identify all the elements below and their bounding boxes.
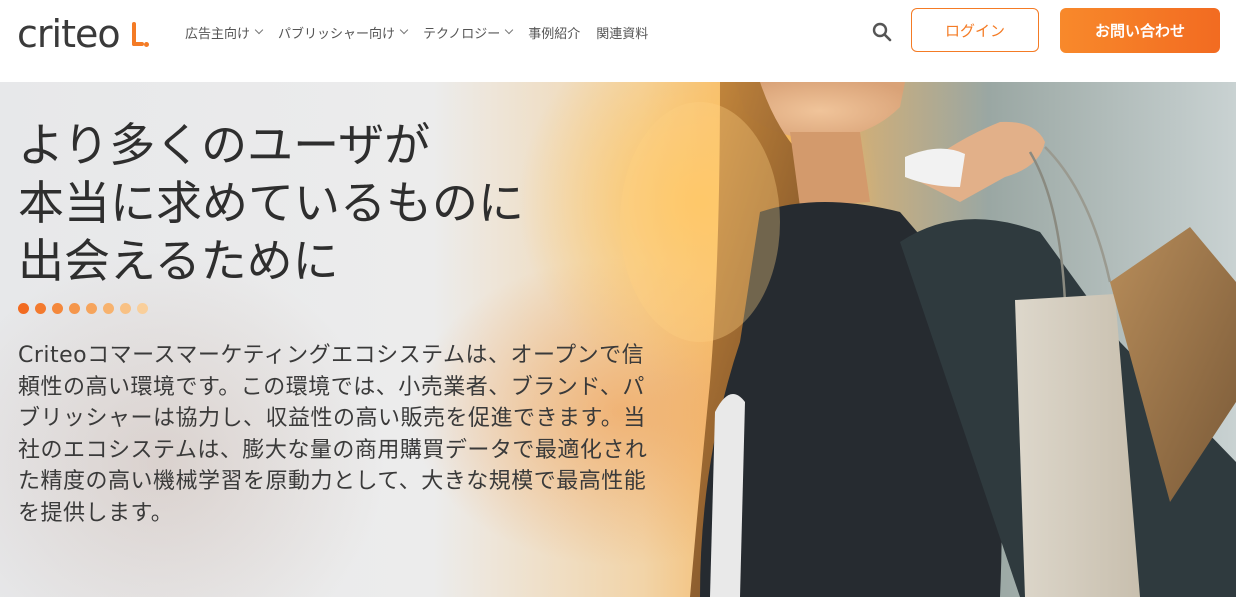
logo-mark-icon xyxy=(122,20,149,50)
chevron-down-icon xyxy=(505,25,514,35)
site-header: criteo 広告主向け パブリッシャー向け テクノロジー 事例紹介 関連資料 xyxy=(0,0,1236,82)
decorative-dot-row xyxy=(18,303,148,314)
nav-item-technology[interactable]: テクノロジー xyxy=(423,22,514,42)
headline-line: より多くのユーザが xyxy=(18,118,431,172)
nav-item-label: 事例紹介 xyxy=(528,26,581,42)
nav-item-case-studies[interactable]: 事例紹介 xyxy=(528,22,580,42)
nav-item-label: テクノロジー xyxy=(423,26,501,42)
decorative-dot xyxy=(120,303,131,314)
chevron-down-icon xyxy=(399,25,409,35)
login-button[interactable]: ログイン xyxy=(911,8,1039,52)
decorative-dot xyxy=(52,303,63,314)
decorative-dot xyxy=(18,303,29,314)
decorative-dot xyxy=(35,303,46,314)
decorative-dot xyxy=(103,303,114,314)
search-icon[interactable] xyxy=(872,22,892,42)
headline-line: 本当に求めているものに xyxy=(18,176,524,230)
decorative-dot xyxy=(69,303,80,314)
hero-description: Criteoコマースマーケティングエコシステムは、オープンで信頼性の高い環境です… xyxy=(18,343,648,526)
nav-item-label: 関連資料 xyxy=(596,26,649,42)
nav-item-resources[interactable]: 関連資料 xyxy=(596,22,648,42)
headline-line: 出会えるために xyxy=(18,234,339,288)
decorative-dot xyxy=(86,303,97,314)
nav-item-label: パブリッシャー向け xyxy=(278,26,396,42)
main-nav: 広告主向け パブリッシャー向け テクノロジー 事例紹介 関連資料 xyxy=(185,22,664,42)
nav-item-label: 広告主向け xyxy=(185,26,251,42)
hero-section: より多くのユーザが 本当に求めているものに 出会えるために Criteoコマース… xyxy=(0,82,1236,597)
nav-item-publishers[interactable]: パブリッシャー向け xyxy=(278,22,409,42)
logo-wordmark: criteo xyxy=(17,12,121,56)
chevron-down-icon xyxy=(254,25,264,35)
hero-headline: より多くのユーザが 本当に求めているものに 出会えるために xyxy=(18,116,638,290)
contact-button[interactable]: お問い合わせ xyxy=(1060,8,1220,53)
nav-item-advertisers[interactable]: 広告主向け xyxy=(185,22,264,42)
criteo-logo[interactable]: criteo xyxy=(17,12,149,56)
decorative-dot xyxy=(137,303,148,314)
